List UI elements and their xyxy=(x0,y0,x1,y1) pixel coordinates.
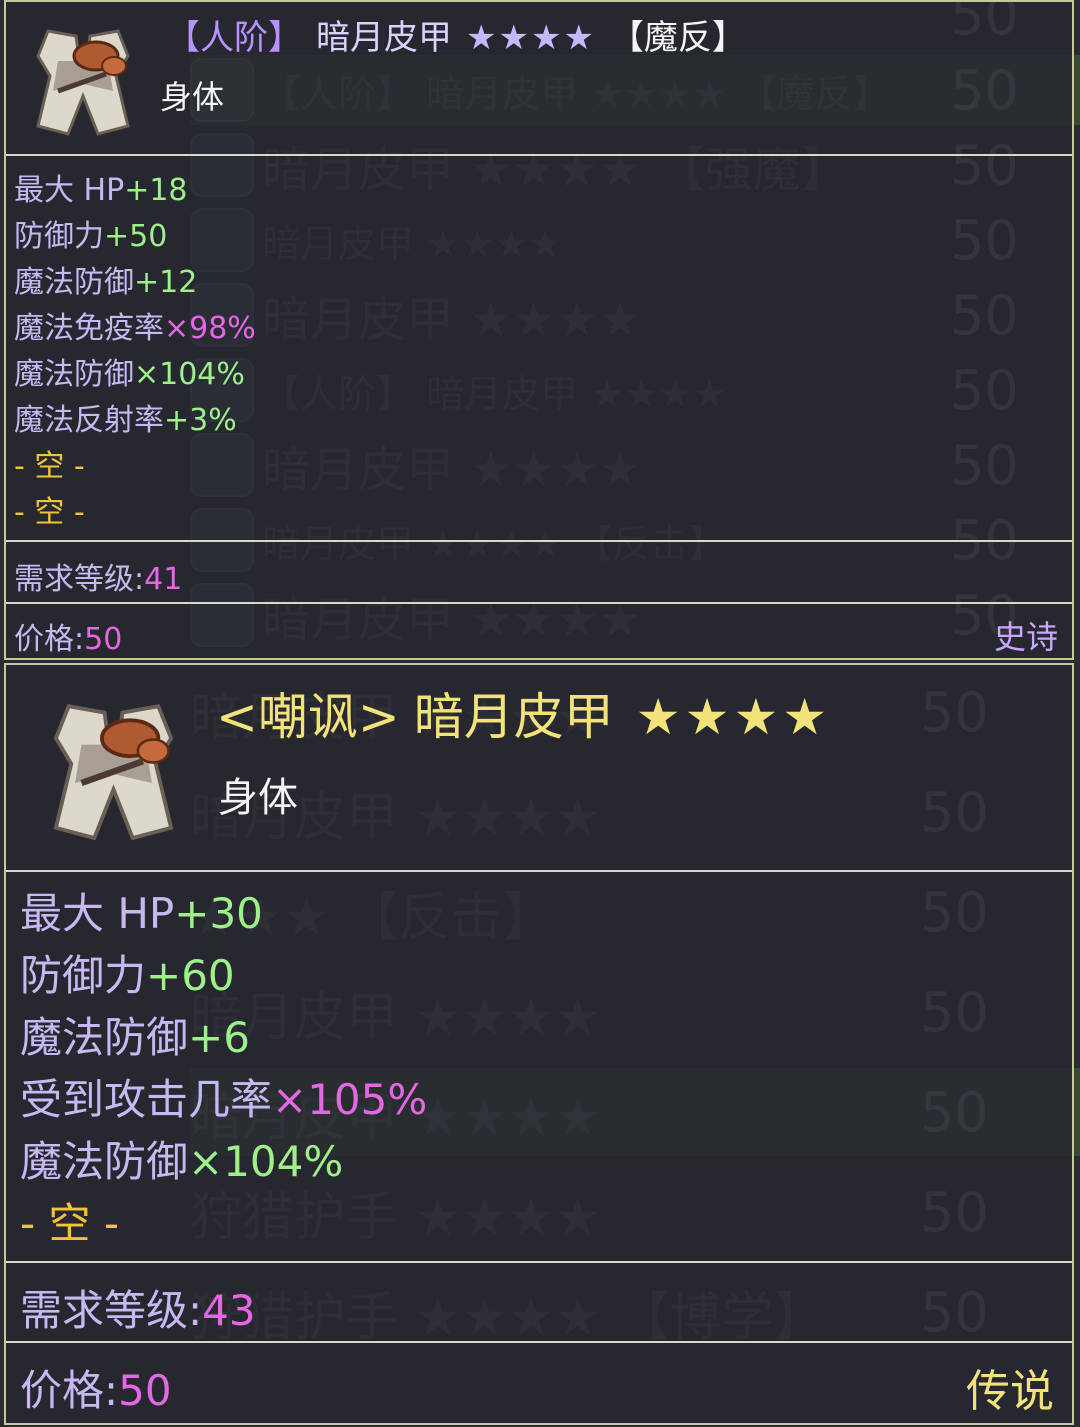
stat-line: 魔法免疫率 ×98% xyxy=(14,306,256,352)
empty-socket: - 空 - xyxy=(14,495,85,530)
divider xyxy=(6,602,1072,604)
required-level-value: 43 xyxy=(202,1286,256,1335)
item-slot: 身体 xyxy=(218,775,298,821)
item-slot: 身体 xyxy=(160,78,225,116)
divider xyxy=(6,1341,1072,1343)
required-level: 需求等级:43 xyxy=(20,1277,256,1338)
divider xyxy=(6,540,1072,542)
stat-value: +50 xyxy=(104,219,168,254)
rarity-label: 传说 xyxy=(966,1366,1054,1417)
stat-list: 最大 HP +18 防御力 +50 魔法防御 +12 魔法免疫率 ×98% 魔法防御 ×104% 魔… xyxy=(14,168,256,536)
stat-line: 防御力 +60 xyxy=(20,945,427,1007)
stat-name: 受到攻击几率 xyxy=(20,1075,273,1124)
required-level-label: 需求等级: xyxy=(14,562,145,597)
stat-line: 魔法反射率 +3% xyxy=(14,398,256,444)
stat-line: 最大 HP +30 xyxy=(20,883,427,945)
stat-line: 魔法防御 +12 xyxy=(14,260,256,306)
item-affix: 【魔反】 xyxy=(609,18,746,58)
item-name: 暗月皮甲 xyxy=(413,688,614,746)
item-stars: ★★★★ xyxy=(466,18,596,58)
stat-value: +3% xyxy=(164,403,237,438)
price-label: 价格: xyxy=(14,622,85,657)
item-tooltip-legendary: <嘲讽> 暗月皮甲 ★★★★ 身体 最大 HP +30 防御力 +60 魔法防御 +6 受到… xyxy=(4,663,1074,1425)
price-value: 50 xyxy=(84,622,123,657)
empty-socket: - 空 - xyxy=(20,1199,120,1248)
stat-list: 最大 HP +30 防御力 +60 魔法防御 +6 受到攻击几率 ×105% 魔法防御 ×104%… xyxy=(20,883,427,1255)
required-level-label: 需求等级: xyxy=(20,1286,203,1335)
stat-value: ×98% xyxy=(164,311,256,346)
required-level: 需求等级:41 xyxy=(14,554,182,598)
stat-value: ×104% xyxy=(134,357,245,392)
stat-value: ×104% xyxy=(188,1137,344,1186)
divider xyxy=(6,1261,1072,1263)
stat-name: 最大 HP xyxy=(14,173,125,208)
item-grade: 【人阶】 xyxy=(166,18,302,58)
stat-name: 魔法反射率 xyxy=(14,403,164,438)
required-level-value: 41 xyxy=(144,562,183,597)
stat-name: 魔法防御 xyxy=(20,1013,189,1062)
stat-name: 魔法防御 xyxy=(14,357,134,392)
stat-name: 魔法防御 xyxy=(20,1137,189,1186)
stat-line: 魔法防御 +6 xyxy=(20,1007,427,1069)
stat-value: +6 xyxy=(188,1013,250,1062)
item-stars: ★★★★ xyxy=(635,688,832,746)
stat-line: 防御力 +50 xyxy=(14,214,256,260)
rarity-label: 史诗 xyxy=(993,618,1058,656)
price-label: 价格: xyxy=(20,1366,119,1415)
stat-line: 魔法防御 ×104% xyxy=(14,352,256,398)
divider xyxy=(6,870,1072,872)
stat-value: +60 xyxy=(146,951,235,1000)
stat-line: 最大 HP +18 xyxy=(14,168,256,214)
stat-name: 最大 HP xyxy=(20,889,175,938)
stat-name: 防御力 xyxy=(20,951,147,1000)
stat-name: 魔法防御 xyxy=(14,265,134,300)
item-title: <嘲讽> 暗月皮甲 ★★★★ xyxy=(216,677,831,749)
stat-line: 魔法防御 ×104% xyxy=(20,1131,427,1193)
leather-armor-icon xyxy=(53,704,174,841)
item-tooltip-epic: 【人阶】 暗月皮甲 ★★★★ 【魔反】 身体 最大 HP +18 防御力 +50 魔法防… xyxy=(4,0,1074,660)
divider xyxy=(6,154,1072,156)
leather-armor-icon xyxy=(36,29,130,136)
stat-value: +12 xyxy=(134,265,198,300)
stat-value: +30 xyxy=(174,889,263,938)
stat-value: ×105% xyxy=(272,1075,428,1124)
item-name: 暗月皮甲 xyxy=(316,18,452,58)
price-value: 50 xyxy=(118,1366,172,1415)
stat-name: 防御力 xyxy=(14,219,104,254)
stat-name: 魔法免疫率 xyxy=(14,311,164,346)
stat-value: +18 xyxy=(124,173,188,208)
price: 价格:50 xyxy=(20,1357,172,1418)
item-affix: <嘲讽> xyxy=(216,688,400,746)
price: 价格:50 xyxy=(14,614,122,658)
item-title: 【人阶】 暗月皮甲 ★★★★ 【魔反】 xyxy=(166,10,746,59)
stat-line: 受到攻击几率 ×105% xyxy=(20,1069,427,1131)
empty-socket: - 空 - xyxy=(14,449,85,484)
